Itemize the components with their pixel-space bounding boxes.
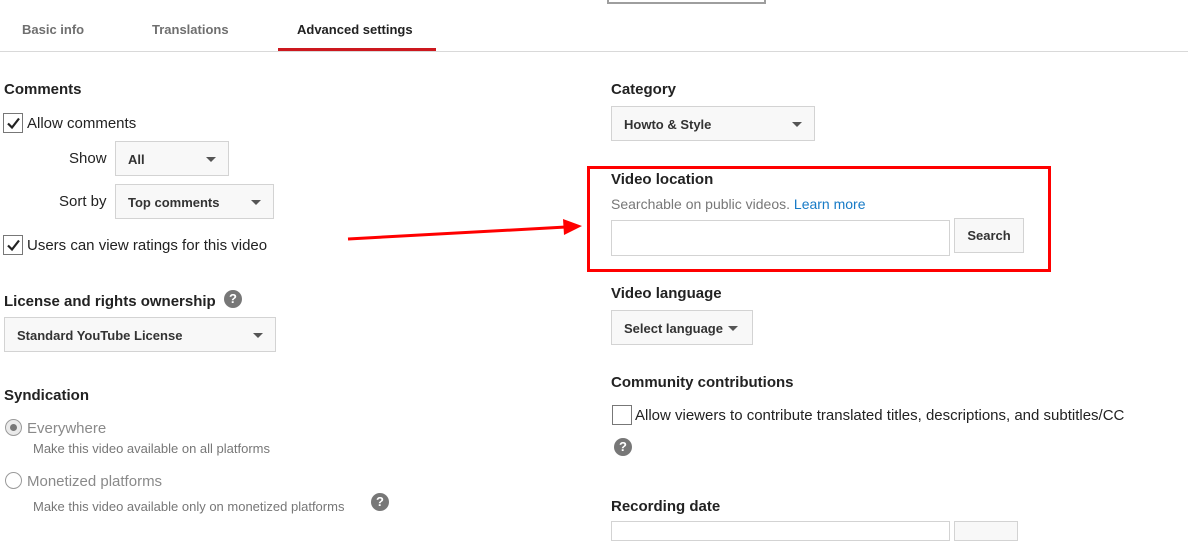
annotation-arrow-icon — [347, 219, 582, 241]
